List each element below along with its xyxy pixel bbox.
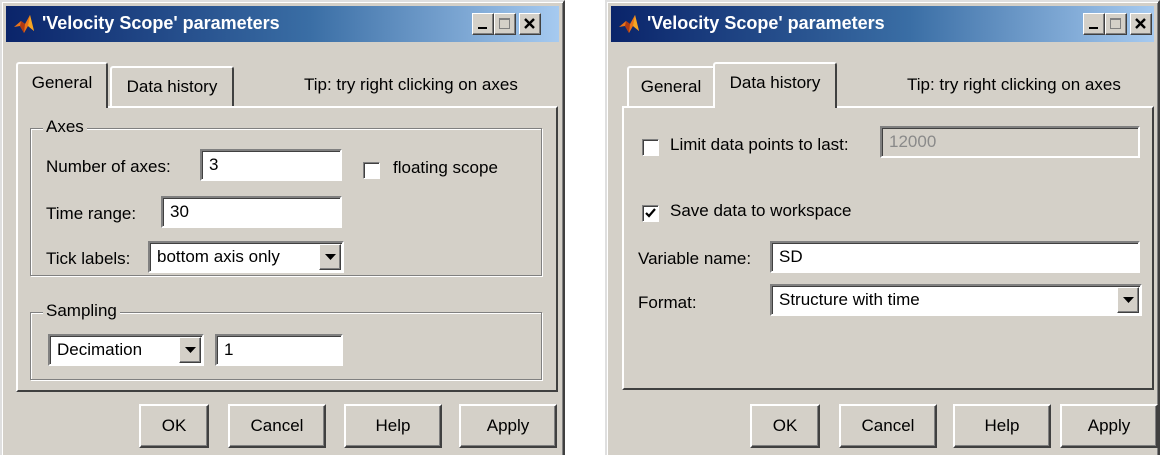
cancel-button[interactable]: Cancel (228, 404, 326, 448)
apply-button[interactable]: Apply (459, 404, 557, 448)
help-button[interactable]: Help (344, 404, 442, 448)
save-to-workspace-label: Save data to workspace (670, 201, 852, 220)
ok-button[interactable]: OK (750, 404, 820, 448)
tab-general[interactable]: General (627, 66, 715, 108)
tab-general[interactable]: General (16, 62, 108, 108)
scope-parameters-dialog-data-history: 'Velocity Scope' parameters General Data… (605, 0, 1160, 455)
variable-name-input[interactable]: SD (770, 241, 1140, 273)
chevron-down-icon (185, 347, 196, 353)
tab-data-history-label: Data history (729, 73, 821, 92)
tick-labels-dropdown-button[interactable] (319, 244, 341, 270)
tick-labels-select[interactable]: bottom axis only (148, 241, 344, 273)
maximize-icon (499, 18, 510, 29)
minimize-icon (1089, 27, 1098, 29)
data-history-tab-panel: Limit data points to last: 12000 Save da… (622, 106, 1154, 390)
save-to-workspace-checkbox[interactable] (642, 205, 659, 222)
format-value: Structure with time (779, 290, 920, 309)
sampling-method-dropdown-button[interactable] (179, 337, 201, 363)
help-button[interactable]: Help (953, 404, 1051, 448)
format-dropdown-button[interactable] (1117, 287, 1139, 313)
apply-button[interactable]: Apply (1060, 404, 1158, 448)
variable-name-label: Variable name: (638, 249, 752, 268)
tab-general-label: General (31, 73, 93, 92)
close-button[interactable] (519, 13, 541, 35)
general-tab-panel: Axes Number of axes: 3 floating scope Ti… (16, 106, 558, 392)
format-select[interactable]: Structure with time (770, 284, 1142, 316)
sampling-method-value: Decimation (57, 340, 143, 359)
close-button[interactable] (1130, 13, 1152, 35)
tab-data-history[interactable]: Data history (110, 66, 234, 108)
format-label: Format: (638, 293, 697, 312)
tick-labels-label: Tick labels: (46, 249, 131, 268)
sampling-method-select[interactable]: Decimation (48, 334, 204, 366)
minimize-button[interactable] (1083, 13, 1105, 35)
window-title: 'Velocity Scope' parameters (647, 13, 885, 33)
tick-labels-value: bottom axis only (157, 247, 280, 266)
decimation-factor-input[interactable]: 1 (215, 334, 343, 366)
time-range-input[interactable]: 30 (161, 196, 342, 228)
maximize-icon (1110, 18, 1121, 29)
tab-data-history[interactable]: Data history (713, 62, 837, 108)
chevron-down-icon (325, 254, 336, 260)
close-icon (524, 18, 535, 29)
close-icon (1135, 18, 1146, 29)
tip-text: Tip: try right clicking on axes (907, 75, 1121, 94)
maximize-button[interactable] (494, 13, 516, 35)
number-of-axes-input[interactable]: 3 (200, 149, 342, 181)
tab-general-label: General (640, 77, 702, 96)
matlab-logo-icon (619, 15, 639, 33)
chevron-down-icon (1123, 297, 1134, 303)
minimize-button[interactable] (472, 13, 494, 35)
cancel-button[interactable]: Cancel (839, 404, 937, 448)
checkmark-icon (645, 208, 656, 218)
scope-parameters-dialog-general: 'Velocity Scope' parameters General Data… (0, 0, 565, 455)
title-bar[interactable]: 'Velocity Scope' parameters (6, 6, 559, 42)
limit-data-points-checkbox[interactable] (642, 139, 659, 156)
tip-text: Tip: try right clicking on axes (304, 75, 518, 94)
sampling-group-label: Sampling (43, 301, 120, 321)
number-of-axes-label: Number of axes: (46, 157, 171, 176)
floating-scope-checkbox[interactable] (363, 162, 380, 179)
window-title: 'Velocity Scope' parameters (42, 13, 280, 33)
ok-button[interactable]: OK (139, 404, 209, 448)
maximize-button[interactable] (1105, 13, 1127, 35)
title-bar[interactable]: 'Velocity Scope' parameters (611, 6, 1154, 42)
limit-data-points-label: Limit data points to last: (670, 135, 849, 154)
axes-group-label: Axes (43, 117, 87, 137)
minimize-icon (478, 27, 487, 29)
limit-data-points-input[interactable]: 12000 (880, 126, 1140, 158)
tab-data-history-label: Data history (126, 77, 218, 96)
time-range-label: Time range: (46, 204, 137, 223)
floating-scope-label: floating scope (393, 158, 498, 177)
matlab-logo-icon (14, 15, 34, 33)
